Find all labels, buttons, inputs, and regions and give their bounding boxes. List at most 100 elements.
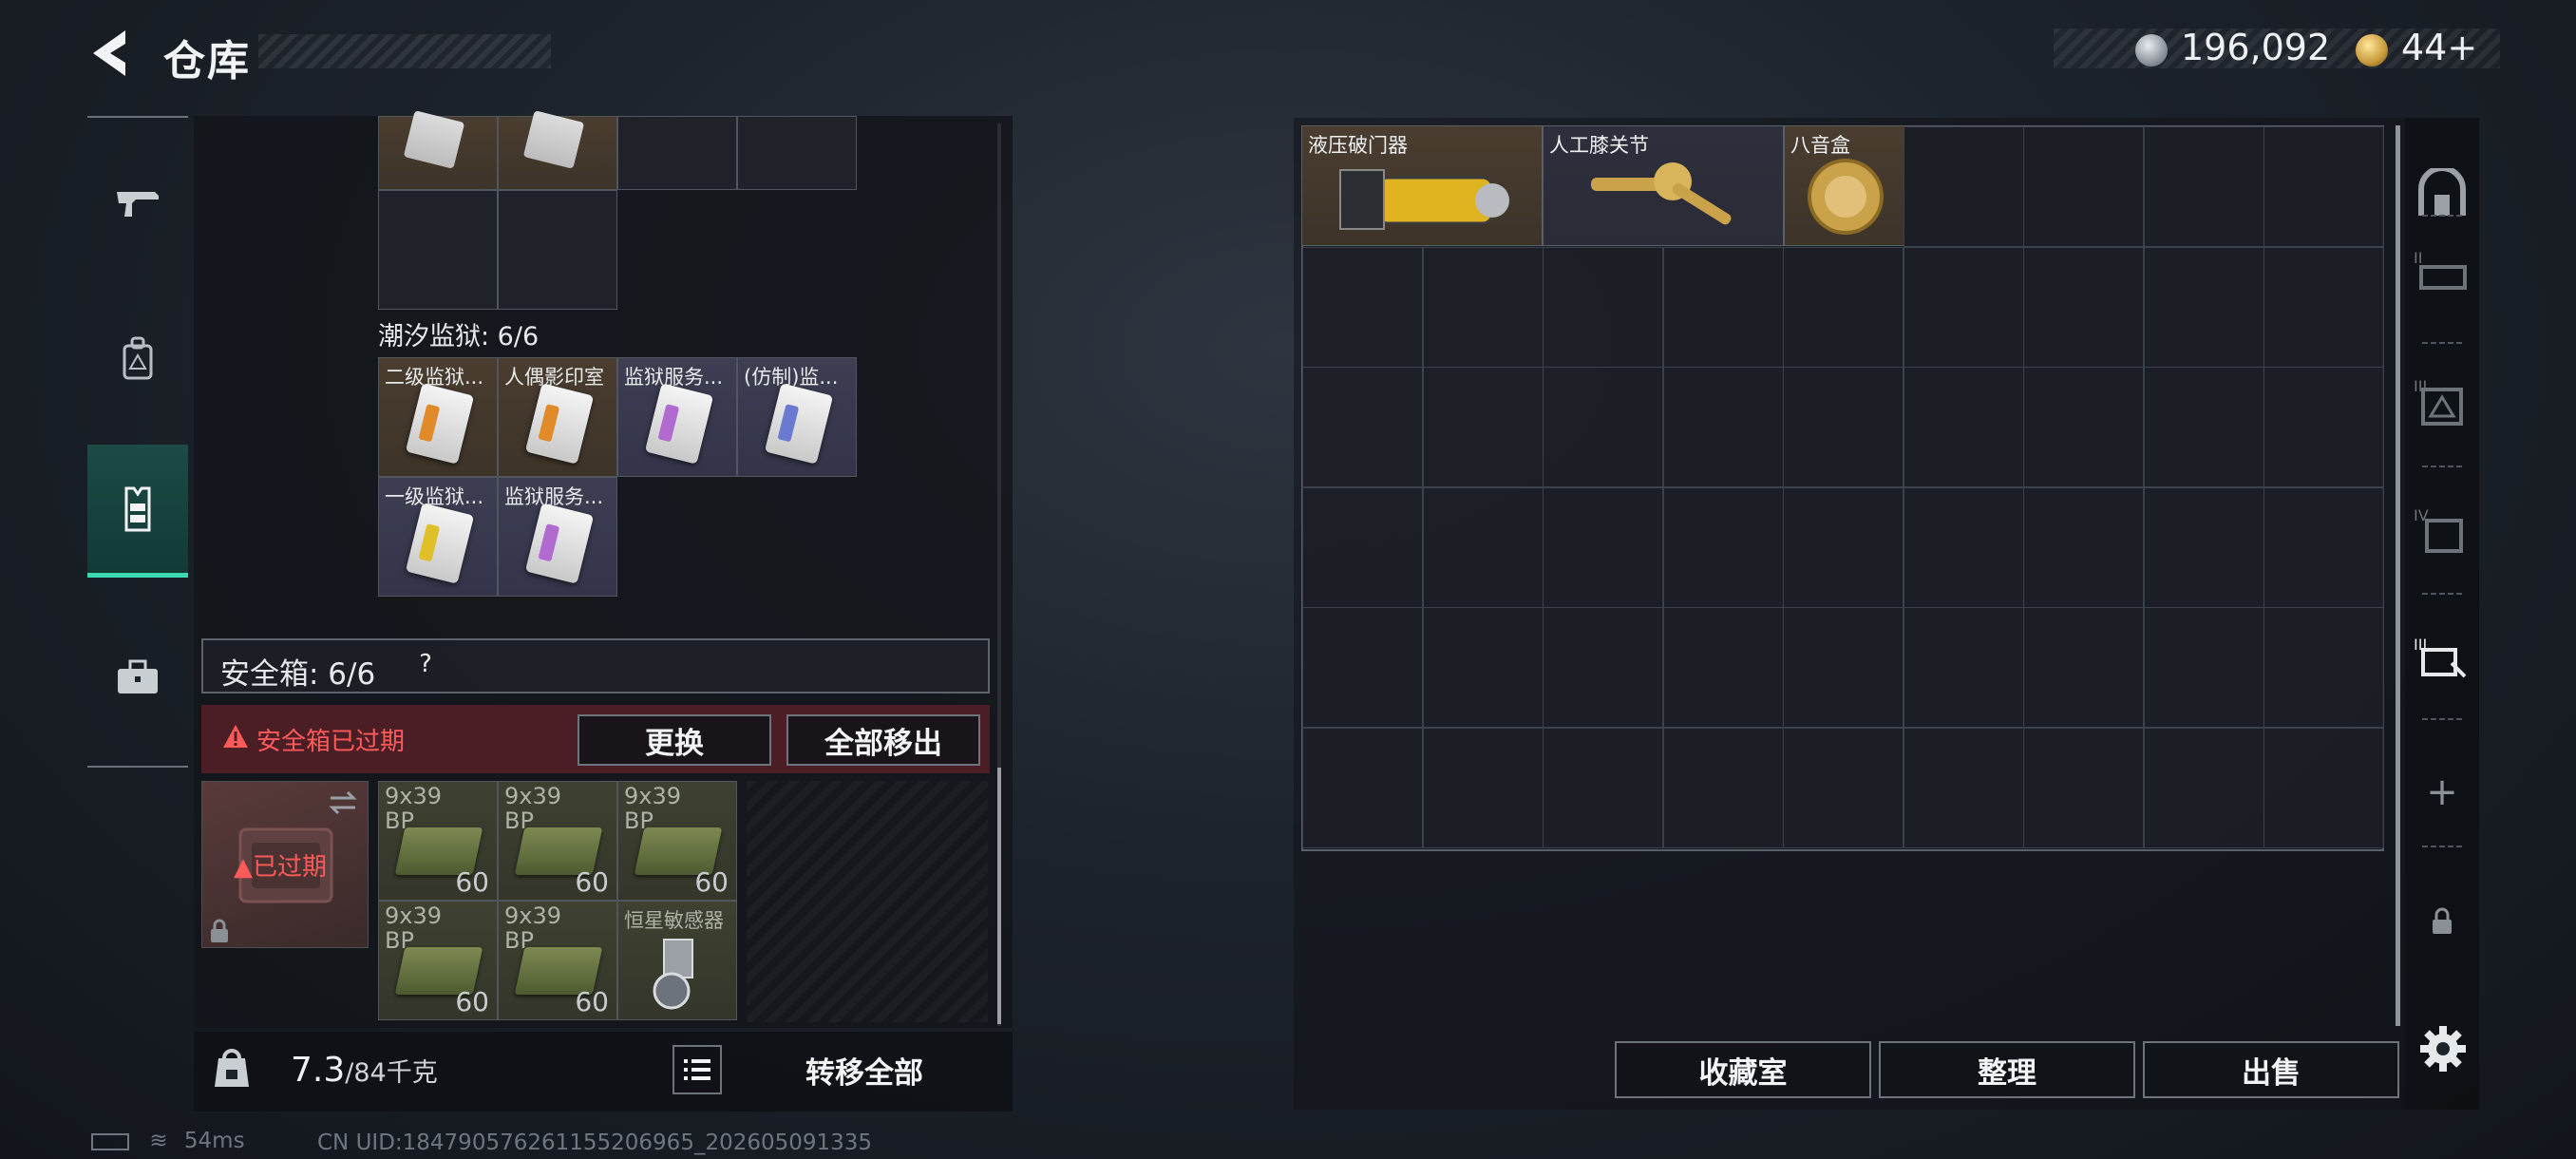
storage-cell[interactable] (1302, 727, 1423, 848)
silver-balance: 196,092 (2181, 27, 2331, 68)
back-arrow-icon[interactable] (87, 27, 133, 80)
storage-cell[interactable] (1903, 607, 2024, 728)
collection-room-button[interactable]: 收藏室 (1615, 1041, 1871, 1098)
add-stash-button[interactable]: + (2405, 754, 2479, 830)
sensor-item[interactable]: 恒星敏感器 (617, 901, 737, 1020)
list-view-button[interactable] (672, 1045, 722, 1094)
storage-cell[interactable] (1543, 486, 1663, 608)
storage-cell[interactable] (1302, 246, 1423, 368)
warning-icon: ▲ (234, 853, 253, 882)
storage-scrollbar[interactable] (2396, 125, 2400, 1026)
storage-cell[interactable] (2263, 486, 2384, 608)
nav-weapon[interactable] (87, 137, 188, 270)
storage-cell[interactable] (2023, 486, 2144, 608)
storage-cell[interactable] (1662, 727, 1784, 848)
storage-cell[interactable] (2143, 607, 2264, 728)
storage-cell[interactable] (1543, 727, 1663, 848)
storage-cell[interactable] (1422, 486, 1544, 608)
storage-cell[interactable] (1302, 367, 1423, 487)
storage-item-music-box[interactable]: 八音盒 (1784, 125, 1904, 246)
replace-button[interactable]: 更换 (578, 714, 771, 766)
storage-item-knee-joint[interactable]: 人工膝关节 (1543, 125, 1784, 246)
storage-cell[interactable] (2143, 486, 2264, 608)
storage-cell[interactable] (1302, 486, 1423, 608)
gear-icon[interactable] (2418, 1024, 2468, 1074)
storage-cell[interactable] (1422, 727, 1544, 848)
remove-all-button[interactable]: 全部移出 (786, 714, 980, 766)
storage-cell[interactable] (2143, 126, 2264, 247)
swap-icon[interactable] (327, 788, 359, 817)
ammo-item[interactable]: 9x39 BP 60 (498, 901, 617, 1020)
ammo-item[interactable]: 9x39 BP 60 (378, 901, 498, 1020)
keycard-item[interactable]: (仿制)监... (737, 357, 857, 477)
storage-cell[interactable] (1783, 607, 1904, 728)
stash-tab-3[interactable]: III (2405, 365, 2479, 441)
storage-cell[interactable] (2143, 246, 2264, 368)
storage-cell[interactable] (2143, 367, 2264, 487)
item-label: 监狱服务... (624, 366, 724, 389)
storage-cell[interactable] (1662, 607, 1784, 728)
storage-cell[interactable] (1422, 367, 1544, 487)
separator (2422, 593, 2462, 595)
grid-cell[interactable] (498, 190, 617, 310)
stash-tab-4[interactable]: IV (2405, 492, 2479, 568)
stash-tab-5[interactable]: III (2405, 621, 2479, 697)
stash-tab-2[interactable]: II (2405, 234, 2479, 310)
storage-cell[interactable] (2263, 126, 2384, 247)
storage-cell[interactable] (1543, 607, 1663, 728)
ammo-item[interactable]: 9x39 BP 60 (617, 781, 737, 901)
storage-cell[interactable] (1543, 246, 1663, 368)
keycard-image (405, 503, 475, 584)
storage-cell[interactable] (1903, 486, 2024, 608)
keycard-item[interactable]: 一级监狱... (378, 477, 498, 597)
ammo-item[interactable]: 9x39 BP 60 (378, 781, 498, 901)
grid-cell[interactable] (378, 190, 498, 310)
storage-cell[interactable] (1903, 246, 2024, 368)
storage-cell[interactable] (1783, 727, 1904, 848)
sort-button[interactable]: 整理 (1879, 1041, 2135, 1098)
storage-cell[interactable] (1422, 607, 1544, 728)
ammo-item[interactable]: 9x39 BP 60 (498, 781, 617, 901)
storage-cell[interactable] (1543, 367, 1663, 487)
weight-icon (215, 1049, 249, 1087)
storage-cell[interactable] (1662, 367, 1784, 487)
stash-tab-home[interactable] (2405, 156, 2479, 232)
nav-vest[interactable] (87, 445, 188, 578)
storage-cell[interactable] (2023, 727, 2144, 848)
storage-cell[interactable] (2263, 367, 2384, 487)
storage-cell[interactable] (2023, 367, 2144, 487)
keycard-item[interactable]: 监狱服务... (498, 477, 617, 597)
storage-cell[interactable] (1662, 486, 1784, 608)
warning-icon (223, 725, 248, 748)
gold-balance[interactable]: 44+ (2401, 27, 2477, 68)
storage-cell[interactable] (2263, 727, 2384, 848)
grid-cell[interactable] (737, 116, 857, 190)
sell-button[interactable]: 出售 (2143, 1041, 2399, 1098)
stash-2-icon: II (2414, 249, 2467, 290)
storage-cell[interactable] (2023, 126, 2144, 247)
storage-cell[interactable] (1903, 126, 2024, 247)
nav-backpack[interactable] (87, 293, 188, 426)
keycard-item[interactable]: 人偶影印室 (498, 357, 617, 477)
storage-cell[interactable] (2263, 607, 2384, 728)
storage-cell[interactable] (1302, 607, 1423, 728)
storage-cell[interactable] (1783, 246, 1904, 368)
storage-cell[interactable] (2143, 727, 2264, 848)
storage-cell[interactable] (1662, 246, 1784, 368)
keycard-item[interactable]: 二级监狱... (378, 357, 498, 477)
storage-item-breaching-tool[interactable]: 液压破门器 (1301, 125, 1543, 246)
transfer-all-button[interactable]: 转移全部 (739, 1041, 990, 1098)
scrollbar-thumb[interactable] (997, 768, 1001, 1024)
storage-cell[interactable] (2023, 246, 2144, 368)
storage-cell[interactable] (2023, 607, 2144, 728)
storage-cell[interactable] (1783, 367, 1904, 487)
storage-cell[interactable] (2263, 246, 2384, 368)
storage-cell[interactable] (1903, 727, 2024, 848)
keycard-item[interactable]: 监狱服务... (617, 357, 737, 477)
grid-cell[interactable] (617, 116, 737, 190)
nav-toolbox[interactable] (87, 610, 188, 743)
storage-cell[interactable] (1903, 367, 2024, 487)
storage-cell[interactable] (1783, 486, 1904, 608)
storage-cell[interactable] (1422, 246, 1544, 368)
help-icon[interactable]: ? (407, 650, 445, 686)
